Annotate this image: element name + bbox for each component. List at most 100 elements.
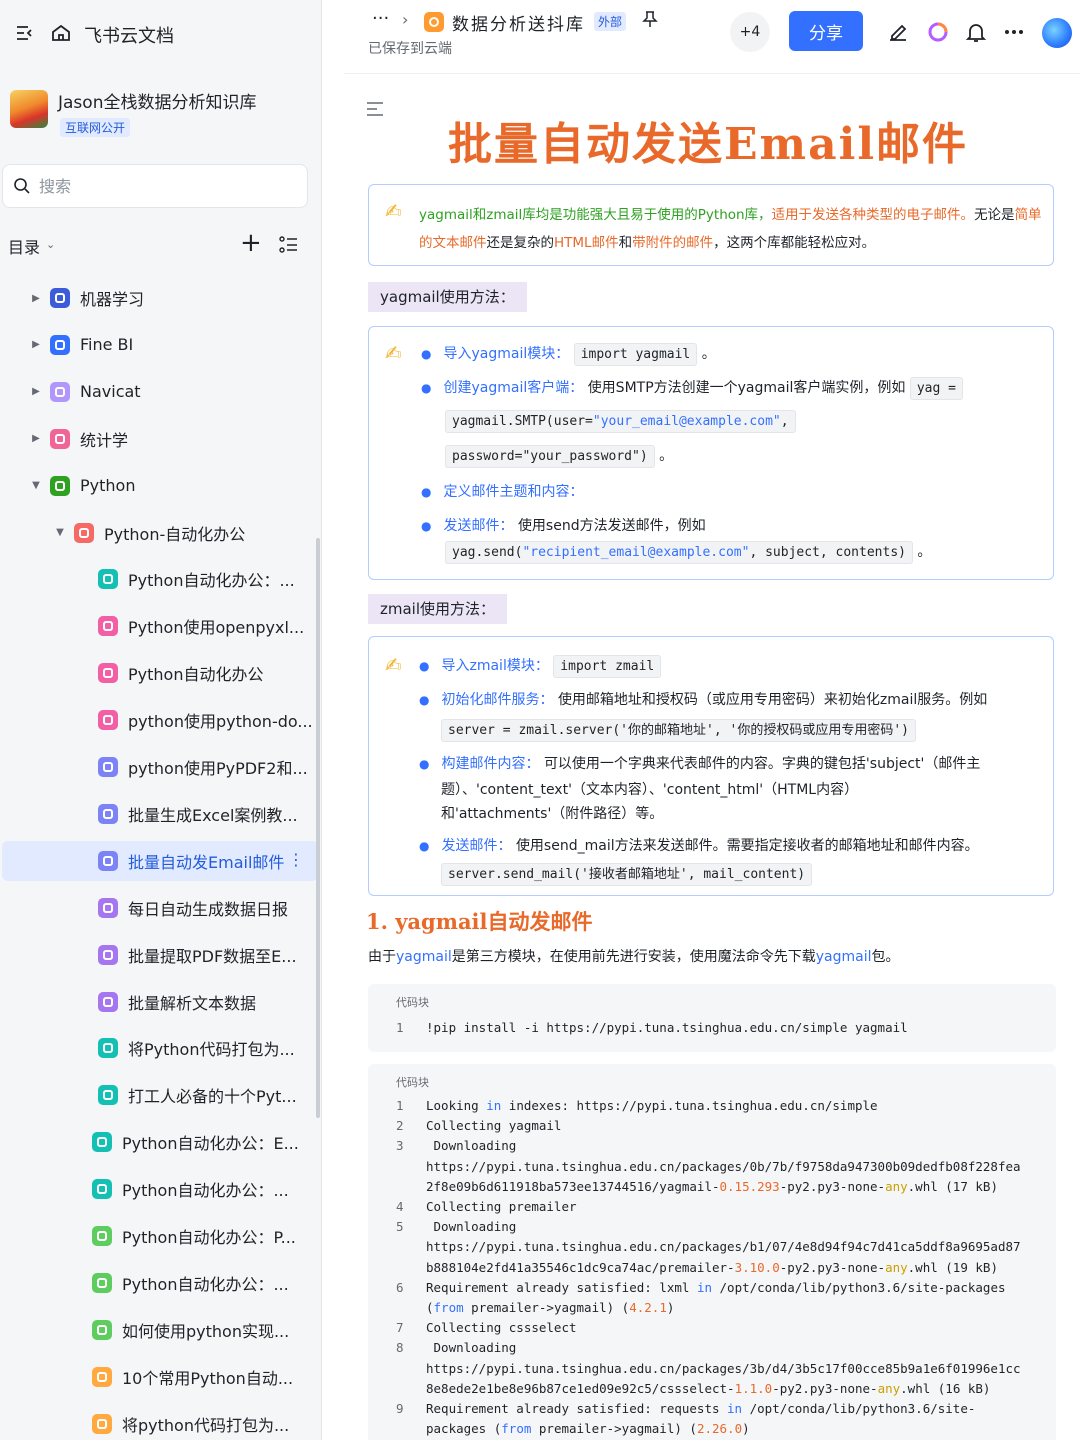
- sidebar-item-label: 机器学习: [80, 290, 145, 309]
- sidebar-item[interactable]: 批量生成Excel案例教...: [2, 794, 318, 834]
- sidebar-item[interactable]: 将Python代码打包为...: [2, 1028, 318, 1068]
- content-scrollbar[interactable]: [1072, 76, 1080, 1440]
- sidebar-scrollbar[interactable]: [316, 538, 320, 1118]
- chevron-right-icon[interactable]: ▶: [30, 339, 42, 350]
- sidebar-item[interactable]: ▶ Fine BI: [2, 325, 318, 365]
- sidebar-item-label: 批量自动发Email邮件: [128, 852, 285, 872]
- chevron-right-icon: ›: [402, 10, 409, 29]
- paragraph-link-yagmail[interactable]: yagmail: [396, 949, 452, 965]
- sidebar-item[interactable]: ▶ Navicat: [2, 372, 318, 412]
- external-badge: 外部: [594, 12, 627, 31]
- sidebar-item[interactable]: Python自动化办公：...: [2, 1169, 318, 1209]
- sidebar-item[interactable]: 每日自动生成数据日报: [2, 888, 318, 928]
- breadcrumb-more[interactable]: ···: [372, 8, 389, 29]
- outline-icon[interactable]: [366, 100, 384, 122]
- home-icon[interactable]: [50, 22, 72, 44]
- code-line: (from premailer->yagmail) (4.2.1): [426, 1300, 675, 1315]
- doc-icon: [92, 1413, 112, 1434]
- inline-code: import zmail: [553, 655, 662, 678]
- chevron-right-icon[interactable]: ▶: [30, 293, 42, 304]
- sidebar-item[interactable]: 将python代码打包为...: [2, 1404, 318, 1440]
- doc-icon: [92, 1272, 112, 1293]
- sidebar-item[interactable]: Python自动化办公：...: [2, 559, 318, 599]
- more-options-icon[interactable]: [1002, 20, 1026, 44]
- sidebar-item[interactable]: 批量解析文本数据: [2, 982, 318, 1022]
- sidebar-item[interactable]: Python使用openpyxl...: [2, 606, 318, 646]
- doc-icon: [92, 1179, 112, 1200]
- app-title[interactable]: 飞书云文档: [84, 22, 174, 48]
- code-line: 1 !pip install -i https://pypi.tuna.tsing…: [396, 1020, 908, 1035]
- collapse-sidebar-icon[interactable]: [14, 22, 36, 44]
- sidebar-item[interactable]: Python自动化办公: [2, 653, 318, 693]
- yagmail-client-text: 使用SMTP方法创建一个yagmail客户端实例，例如: [587, 380, 906, 396]
- writing-hand-icon: ✍: [385, 199, 402, 223]
- copilot-icon[interactable]: [1042, 18, 1072, 48]
- chevron-right-icon[interactable]: ▶: [30, 386, 42, 397]
- doc-icon: [74, 522, 94, 543]
- yagmail-callout: ✍ ● 导入yagmail模块： import yagmail 。 ● 创建yagm…: [368, 326, 1054, 580]
- breadcrumb-doc-title[interactable]: 数据分析送抖库: [452, 10, 585, 35]
- collaborators-count[interactable]: +4: [730, 12, 770, 52]
- zmail-send-label: 发送邮件：: [441, 838, 512, 854]
- sidebar-item-label: 10个常用Python自动...: [122, 1368, 294, 1388]
- intro-callout: ✍ yagmail和zmail库均是功能强大且易于使用的Python库，适用于发…: [368, 184, 1054, 266]
- sidebar-top-bar: 飞书云文档: [0, 14, 322, 56]
- chevron-down-icon[interactable]: ⌄: [46, 238, 55, 251]
- search-box[interactable]: [2, 164, 308, 208]
- sidebar-item[interactable]: python使用python-do...: [2, 700, 318, 740]
- chevron-down-icon[interactable]: ▼: [30, 480, 42, 491]
- yagmail-import-label: 导入yagmail模块：: [443, 346, 570, 362]
- sidebar-item[interactable]: ▼ Python-自动化办公: [2, 513, 318, 553]
- sidebar-item[interactable]: ▼ Python: [2, 466, 318, 506]
- ai-assistant-icon[interactable]: [926, 20, 950, 44]
- sidebar-item[interactable]: 如何使用python实现...: [2, 1310, 318, 1350]
- sidebar-item[interactable]: 10个常用Python自动...: [2, 1357, 318, 1397]
- code-line: 2f8e09b6d611918ba573ee13744516/yagmail-0…: [426, 1178, 998, 1194]
- sidebar-item-label: 如何使用python实现...: [122, 1321, 290, 1341]
- sidebar-item-label: 批量解析文本数据: [128, 993, 257, 1013]
- sidebar-item[interactable]: Python自动化办公：E...: [2, 1122, 318, 1162]
- sidebar-item[interactable]: Python自动化办公：P...: [2, 1216, 318, 1256]
- paragraph-link-yagmail-2[interactable]: yagmail: [816, 949, 872, 965]
- code-line: https://pypi.tuna.tsinghua.edu.cn/packag…: [426, 1360, 1021, 1376]
- sidebar-item[interactable]: 批量自动发Email邮件 ⋮: [2, 840, 318, 881]
- yagmail-send-code-line: yag.send("recipient_email@example.com", …: [445, 541, 931, 564]
- zmail-build-text-line-3: 和'attachments'（附件路径）等。: [441, 806, 664, 822]
- item-more-icon[interactable]: ⋮: [288, 850, 304, 869]
- code-block-label: 代码块: [396, 996, 429, 1009]
- knowledge-base-avatar: [10, 90, 48, 128]
- code-line: 3 Downloading: [396, 1138, 517, 1154]
- sidebar-item[interactable]: Python自动化办公：...: [2, 1263, 318, 1303]
- chevron-right-icon[interactable]: ▶: [30, 433, 42, 444]
- share-button[interactable]: 分享: [789, 11, 863, 51]
- list-view-icon[interactable]: [278, 234, 300, 260]
- sidebar-item-label: 批量提取PDF数据至E...: [128, 946, 297, 966]
- sidebar-item[interactable]: ▶ 机器学习: [2, 278, 318, 318]
- sidebar-item[interactable]: 打工人必备的十个Pyt...: [2, 1075, 318, 1115]
- doc-icon: [98, 616, 118, 637]
- code-block-install[interactable]: 代码块 1 !pip install -i https://pypi.tuna.t…: [368, 984, 1056, 1052]
- search-icon: [13, 177, 31, 199]
- search-input[interactable]: [39, 173, 299, 199]
- edit-icon[interactable]: [886, 20, 910, 44]
- toc-label[interactable]: 目录: [8, 234, 40, 258]
- intro-text-b: 适用于发送各种类型的电子邮件。: [771, 207, 975, 223]
- yagmail-send-label: 发送邮件：: [443, 518, 514, 534]
- doc-icon: [98, 757, 118, 777]
- zmail-import-label: 导入zmail模块：: [441, 658, 549, 674]
- bell-icon[interactable]: [964, 20, 988, 44]
- sidebar-item[interactable]: ▶ 统计学: [2, 419, 318, 459]
- sidebar-item[interactable]: 批量提取PDF数据至E...: [2, 935, 318, 975]
- chevron-down-icon[interactable]: ▼: [54, 527, 66, 538]
- zmail-build-label: 构建邮件内容：: [441, 756, 540, 772]
- doc-icon: [98, 663, 118, 684]
- knowledge-base-header[interactable]: Jason全栈数据分析知识库 互联网公开: [6, 84, 316, 144]
- sidebar-item[interactable]: python使用PyPDF2和...: [2, 747, 318, 787]
- doc-icon: [98, 897, 118, 918]
- pin-icon[interactable]: [642, 10, 658, 32]
- zmail-send-text: 使用send_mail方法来发送邮件。需要指定接收者的邮箱地址和邮件内容。: [515, 838, 979, 854]
- yagmail-import-item: ● 导入yagmail模块： import yagmail 。: [421, 343, 716, 366]
- code-block-output[interactable]: 代码块 1 Looking in indexes: https://pypi.tu…: [368, 1064, 1056, 1440]
- add-icon[interactable]: +: [240, 230, 262, 256]
- yagmail-section-heading: yagmail使用方法：: [368, 282, 527, 312]
